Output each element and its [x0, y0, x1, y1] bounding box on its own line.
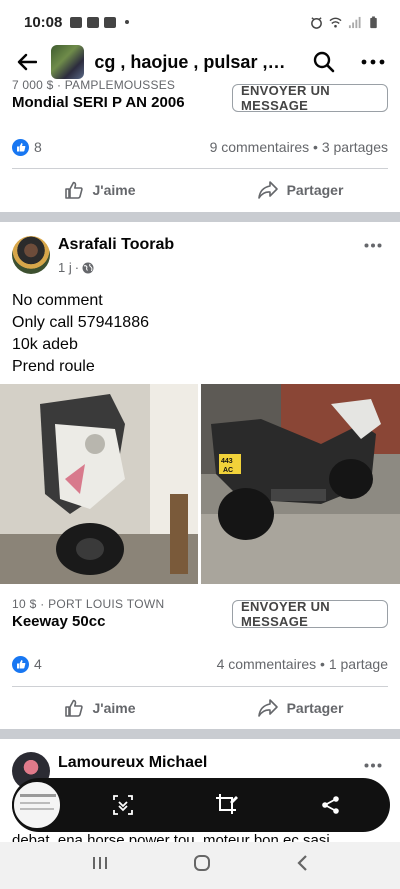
- post2-listing-title[interactable]: Keeway 50cc: [12, 613, 105, 630]
- post2-send-message-button[interactable]: ENVOYER UN MESSAGE: [232, 599, 388, 629]
- post1-like-count[interactable]: 8: [34, 139, 42, 155]
- divider: [12, 686, 388, 687]
- post1-price-location: 7 000 $ · PAMPLEMOUSSES: [12, 80, 176, 90]
- group-header: cg , haojue , pulsar , m...: [0, 40, 400, 84]
- post2-reactions-row: 4 4 commentaires • 1 partage: [0, 651, 400, 677]
- post1-like-label: J'aime: [92, 182, 136, 198]
- recent-apps-button[interactable]: [91, 855, 109, 876]
- thumbs-up-icon: [65, 181, 84, 199]
- more-horizontal-icon: [364, 243, 382, 248]
- scroll-capture-icon: [113, 795, 133, 815]
- post2-comments-shares[interactable]: 4 commentaires • 1 partage: [217, 656, 388, 672]
- group-thumbnail[interactable]: [51, 45, 85, 79]
- post2-text-line: 10k adeb: [12, 336, 78, 353]
- wifi-icon: [329, 17, 342, 28]
- group-title[interactable]: cg , haojue , pulsar , m...: [94, 52, 289, 73]
- share-arrow-icon: [257, 699, 278, 717]
- post2-like-button[interactable]: J'aime: [0, 698, 200, 718]
- back-button[interactable]: [12, 47, 41, 77]
- post-separator: [0, 212, 400, 222]
- post2-timestamp[interactable]: 1 j: [58, 260, 72, 275]
- post2-more-button[interactable]: [364, 232, 382, 253]
- scroll-capture-button[interactable]: [110, 792, 136, 818]
- post2-price-location: 10 $ · PORT LOUIS TOWN: [12, 597, 165, 611]
- more-options-button[interactable]: [359, 49, 388, 75]
- youtube-notification-icon-2: [104, 16, 117, 28]
- post2-text: No comment Only call 57941886 10k adeb P…: [12, 290, 149, 378]
- post2-text-line: Only call 57941886: [12, 314, 149, 331]
- post-separator: [0, 729, 400, 739]
- battery-icon: [370, 15, 377, 28]
- screenshot-toolbar: [12, 778, 390, 832]
- like-reaction-icon: [12, 138, 29, 156]
- more-notifications-dot: [125, 20, 130, 24]
- home-button[interactable]: [192, 853, 212, 878]
- image-notification-icon: [70, 16, 83, 28]
- post3-more-button[interactable]: [364, 752, 382, 773]
- post2-share-label: Partager: [286, 700, 344, 716]
- post2-author-name[interactable]: Asrafali Toorab: [58, 236, 174, 254]
- divider: [12, 168, 388, 169]
- post1-share-label: Partager: [286, 182, 344, 198]
- system-back-button[interactable]: [295, 854, 309, 877]
- arrow-left-icon: [17, 53, 37, 71]
- post1-actions: J'aime Partager: [0, 170, 400, 210]
- chevron-left-icon: [297, 855, 307, 871]
- post1-comments-shares[interactable]: 9 commentaires • 3 partages: [210, 139, 388, 155]
- post1-listing-title[interactable]: Mondial SERI P AN 2006: [12, 94, 185, 111]
- post2-author-avatar[interactable]: [12, 236, 50, 274]
- more-horizontal-icon: [364, 763, 382, 768]
- search-button[interactable]: [311, 49, 336, 75]
- crop-edit-icon: [216, 794, 238, 814]
- post2-share-button[interactable]: Partager: [200, 698, 400, 718]
- svg-text:AC: AC: [223, 467, 233, 474]
- share-icon: [322, 796, 339, 814]
- post2-like-count[interactable]: 4: [34, 656, 42, 672]
- share-arrow-icon: [257, 181, 278, 199]
- post2-text-line: Prend roule: [12, 358, 95, 375]
- system-nav-bar: [0, 842, 400, 889]
- alarm-icon: [311, 16, 322, 29]
- post2-text-line: No comment: [12, 292, 103, 309]
- scooter-photo-side: 443 AC: [201, 384, 400, 584]
- post1-reactions-row: 8 9 commentaires • 3 partages: [0, 134, 400, 160]
- signal-icon: [348, 16, 361, 28]
- post1-share-button[interactable]: Partager: [200, 180, 400, 200]
- share-screenshot-button[interactable]: [318, 792, 344, 818]
- recent-apps-icon: [93, 857, 108, 869]
- post2-photo-1[interactable]: [0, 384, 198, 584]
- home-icon: [193, 855, 210, 871]
- youtube-notification-icon: [87, 16, 100, 28]
- thumbs-up-icon: [65, 699, 84, 717]
- status-bar: 10:08: [0, 0, 400, 44]
- post2-like-label: J'aime: [92, 700, 136, 716]
- post3-author-name[interactable]: Lamoureux Michael: [58, 754, 207, 772]
- post2-photo-2[interactable]: 443 AC: [201, 384, 400, 584]
- crop-edit-button[interactable]: [214, 792, 240, 818]
- svg-text:443: 443: [221, 458, 233, 465]
- more-horizontal-icon: [361, 59, 385, 65]
- status-time: 10:08: [24, 13, 63, 31]
- post1-like-button[interactable]: J'aime: [0, 180, 200, 200]
- search-icon: [313, 51, 335, 73]
- post1-send-message-button[interactable]: ENVOYER UN MESSAGE: [232, 83, 388, 113]
- scooter-photo-front: [0, 384, 198, 584]
- like-reaction-icon: [12, 655, 29, 673]
- screenshot-thumbnail[interactable]: [12, 780, 62, 830]
- post2-actions: J'aime Partager: [0, 688, 400, 728]
- post2-meta: 1 j ·: [58, 260, 94, 275]
- globe-icon: [82, 262, 94, 273]
